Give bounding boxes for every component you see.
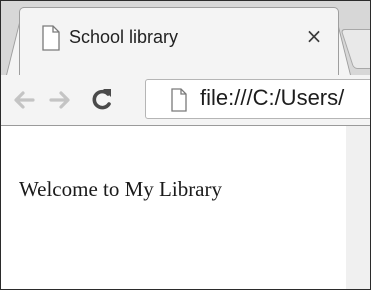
page-icon: [170, 88, 188, 112]
arrow-right-icon[interactable]: [47, 85, 73, 115]
tab-title: School library: [69, 27, 179, 47]
toolbar: file:///C:/Users/: [1, 75, 370, 126]
address-bar[interactable]: file:///C:/Users/: [145, 79, 370, 119]
page-content: Welcome to My Library: [1, 126, 370, 289]
browser-window: School library × file:///C:/Users/ Welco…: [0, 0, 371, 290]
address-text: file:///C:/Users/: [200, 85, 345, 110]
page-heading: Welcome to My Library: [19, 177, 222, 201]
arrow-left-icon[interactable]: [11, 85, 37, 115]
tab-school-library[interactable]: [19, 7, 339, 79]
scrollbar[interactable]: [346, 126, 370, 289]
tab-strip: School library ×: [1, 1, 370, 79]
page-icon: [41, 25, 61, 51]
reload-icon[interactable]: [89, 85, 115, 115]
close-icon[interactable]: ×: [303, 23, 325, 49]
